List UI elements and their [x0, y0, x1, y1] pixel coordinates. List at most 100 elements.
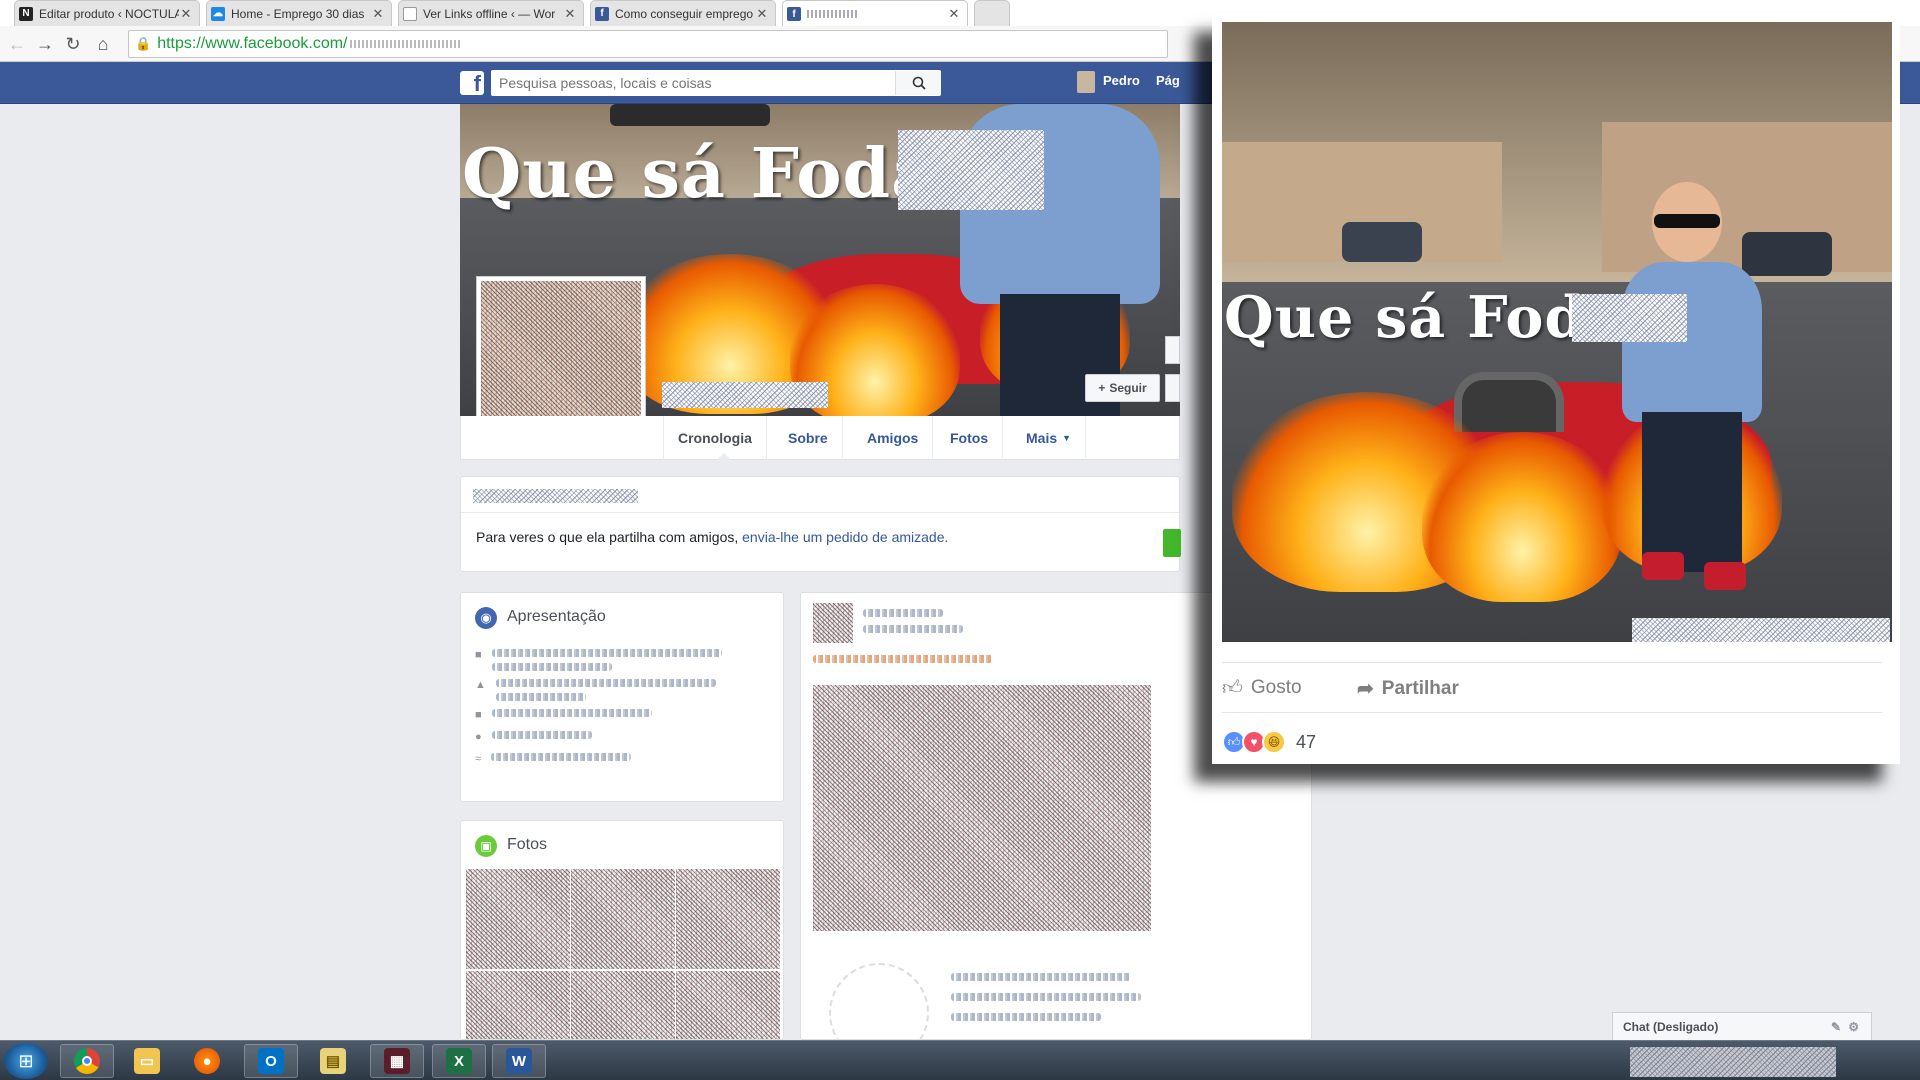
cloud-icon: ☁ [211, 6, 225, 21]
profile-nav: Cronologia Sobre Amigos Fotos Mais ▼ [460, 416, 1180, 460]
location-pin-icon: ● [475, 731, 482, 743]
tab-amigos[interactable]: Amigos [853, 416, 934, 460]
firefox-icon[interactable]: ● [180, 1044, 234, 1078]
facebook-icon: f [787, 7, 801, 21]
start-button[interactable]: ⊞ [4, 1043, 48, 1079]
gear-icon[interactable]: ⚙ [1848, 1020, 1859, 1034]
url-text: https://www.facebook.com/ [157, 35, 348, 52]
facebook-logo-icon[interactable]: f [460, 71, 484, 95]
intro-list: ■ ▲ ■ ● ≈ [475, 649, 771, 765]
facebook-icon: f [595, 6, 609, 21]
tab-fotos[interactable]: Fotos [936, 416, 1004, 460]
search-input[interactable] [491, 71, 895, 95]
photo-thumbnail[interactable] [571, 869, 675, 969]
address-bar[interactable]: 🔒 https://www.facebook.com/ [128, 30, 1168, 58]
share-arrow-icon: ➦ [1357, 678, 1374, 700]
close-icon[interactable]: ✕ [947, 6, 961, 22]
photo-thumbnail[interactable] [466, 971, 570, 1039]
browser-tab[interactable]: Ver Links offline ‹ — Wor ✕ [398, 0, 584, 26]
photo-viewer-popup: Que sá Foda 👍︎ Gosto ➦ Partilhar 👍︎ ♥ 😆︎… [1212, 14, 1900, 764]
photos-card: ▣ Fotos [460, 820, 784, 1040]
list-item: ■ [475, 709, 771, 721]
avatar[interactable] [1077, 71, 1095, 93]
briefcase-icon: ■ [475, 649, 482, 661]
close-icon[interactable]: ✕ [755, 6, 769, 22]
avatar[interactable] [813, 603, 853, 643]
list-item: ▲ [475, 679, 771, 701]
school-icon: ■ [475, 709, 482, 721]
tab-sobre[interactable]: Sobre [774, 416, 843, 460]
add-friend-link[interactable]: envia-lhe um pedido de amizade. [742, 529, 948, 545]
more-options-button[interactable] [1165, 374, 1180, 402]
lock-icon: 🔒 [135, 36, 152, 51]
avatar [829, 963, 929, 1039]
sunglasses-icon [1654, 214, 1720, 228]
reload-icon[interactable]: ↻ [62, 33, 84, 55]
globe-icon: ◉ [475, 607, 497, 629]
pages-link[interactable]: Pág [1156, 73, 1180, 88]
chrome-icon[interactable] [60, 1044, 114, 1078]
system-tray [1630, 1047, 1836, 1077]
haha-reaction-icon: 😆︎ [1262, 730, 1286, 754]
close-icon[interactable]: ✕ [371, 6, 385, 22]
cover-caption: Que sá Foda [462, 134, 937, 214]
photo-thumbnail[interactable] [466, 869, 570, 969]
browser-tab-active[interactable]: f ✕ [782, 0, 968, 27]
add-friend-button[interactable] [1163, 529, 1181, 557]
browser-tab[interactable]: N Editar produto ‹ NOCTULA ✕ [14, 0, 200, 26]
photos-title: Fotos [507, 836, 548, 853]
media-app-icon[interactable]: ▦ [370, 1044, 424, 1078]
rss-icon: ≈ [475, 753, 482, 765]
notion-n-icon: N [19, 6, 33, 21]
like-button[interactable]: 👍︎ Gosto [1222, 676, 1302, 700]
page-icon [403, 6, 417, 21]
intro-title: Apresentação [507, 608, 606, 625]
active-tab-indicator [717, 453, 731, 460]
tab-cronologia[interactable]: Cronologia [663, 416, 767, 460]
browser-tab[interactable]: f Como conseguir emprego ✕ [590, 0, 776, 26]
censored-block [898, 130, 1044, 210]
photo-thumbnail[interactable] [676, 869, 780, 969]
home-icon[interactable]: ⌂ [92, 33, 114, 55]
windows-taskbar: ⊞ ▭ ● O ▤ ▦ X W [0, 1040, 1920, 1080]
intro-card: ◉ Apresentação ■ ▲ ■ ● ≈ [460, 592, 784, 802]
photo-icon: ▣ [475, 835, 497, 857]
censored-block [1632, 618, 1890, 642]
chevron-down-icon: ▼ [1062, 433, 1072, 443]
compose-icon[interactable]: ✎ [1831, 1020, 1841, 1034]
chat-bar[interactable]: Chat (Desligado) ✎ ⚙ [1612, 1012, 1872, 1040]
post-image[interactable] [813, 685, 1151, 931]
list-item: ≈ [475, 753, 771, 765]
browser-tab[interactable]: ☁ Home - Emprego 30 dias ✕ [206, 0, 392, 26]
profile-link[interactable]: Pedro [1103, 73, 1140, 88]
reaction-count: 47 [1296, 731, 1317, 752]
list-item: ● [475, 731, 771, 743]
share-button[interactable]: ➦ Partilhar [1357, 676, 1459, 701]
censored-block [1572, 294, 1687, 342]
meme-caption: Que sá Foda [1224, 284, 1624, 351]
meme-photo[interactable]: Que sá Foda [1222, 22, 1892, 642]
tab-mais[interactable]: Mais ▼ [1012, 416, 1087, 460]
thumbs-up-icon: 👍︎ [1222, 677, 1243, 699]
close-icon[interactable]: ✕ [179, 6, 193, 22]
new-tab-button[interactable] [974, 0, 1010, 26]
message-button[interactable] [1165, 336, 1180, 364]
photo-thumbnail[interactable] [571, 971, 675, 1039]
file-explorer-icon[interactable]: ▭ [120, 1044, 174, 1078]
folder-icon[interactable]: ▤ [306, 1044, 360, 1078]
plus-icon: + [1098, 381, 1106, 395]
search-icon[interactable] [895, 71, 941, 95]
friend-request-notice: Para veres o que ela partilha com amigos… [460, 476, 1181, 572]
excel-icon[interactable]: X [432, 1044, 486, 1078]
search-box [491, 70, 941, 96]
follow-button[interactable]: + Seguir [1085, 374, 1160, 402]
word-icon[interactable]: W [492, 1044, 546, 1078]
photo-thumbnail[interactable] [676, 971, 780, 1039]
outlook-icon[interactable]: O [244, 1044, 298, 1078]
list-item: ■ [475, 649, 771, 671]
reactions-summary[interactable]: 👍︎ ♥ 😆︎ 47 [1222, 730, 1316, 754]
back-arrow-icon[interactable]: ← [6, 33, 28, 55]
school-icon: ▲ [475, 679, 486, 691]
close-icon[interactable]: ✕ [563, 6, 577, 22]
forward-arrow-icon[interactable]: → [34, 33, 56, 55]
